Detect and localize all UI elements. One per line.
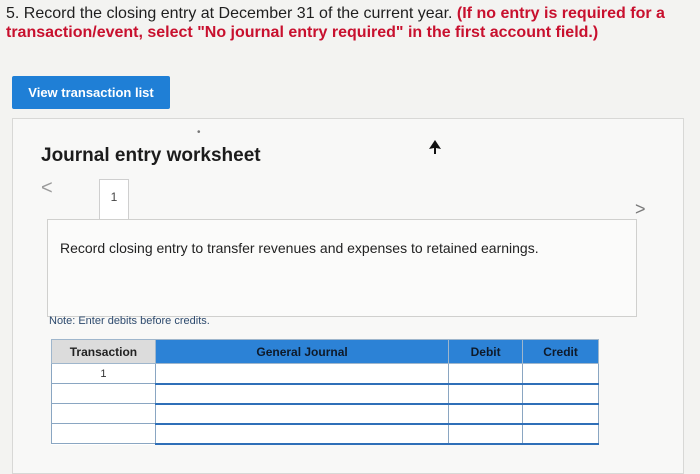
transaction-cell — [51, 383, 156, 404]
account-field[interactable] — [154, 403, 450, 425]
table-row — [51, 423, 599, 445]
credit-field[interactable] — [522, 363, 599, 385]
header-general-journal: General Journal — [154, 339, 450, 364]
question-prefix: 5. Record the closing entry at December … — [6, 5, 457, 22]
account-field[interactable] — [154, 363, 450, 385]
table-row — [51, 403, 599, 425]
view-transaction-list-button[interactable]: View transaction list — [12, 76, 170, 109]
entry-description: Record closing entry to transfer revenue… — [60, 240, 539, 256]
worksheet-title: Journal entry worksheet — [41, 145, 261, 166]
table-row: 1 — [51, 363, 599, 385]
credit-field[interactable] — [522, 383, 599, 405]
credit-field[interactable] — [522, 423, 599, 445]
header-debit: Debit — [448, 339, 524, 364]
header-transaction: Transaction — [51, 339, 156, 364]
entry-note: Note: Enter debits before credits. — [49, 315, 210, 327]
journal-table: Transaction General Journal Debit Credit… — [51, 339, 599, 445]
account-field[interactable] — [154, 383, 450, 405]
account-field[interactable] — [154, 423, 450, 445]
debit-field[interactable] — [448, 363, 524, 385]
transaction-cell — [51, 423, 156, 444]
transaction-cell: 1 — [51, 363, 156, 384]
table-row — [51, 383, 599, 405]
question-text: 5. Record the closing entry at December … — [6, 4, 696, 42]
credit-field[interactable] — [522, 403, 599, 425]
next-arrow-icon[interactable]: > — [635, 199, 646, 220]
header-credit: Credit — [522, 339, 599, 364]
debit-field[interactable] — [448, 383, 524, 405]
debit-field[interactable] — [448, 423, 524, 445]
tab-1[interactable]: 1 — [99, 179, 129, 219]
mouse-cursor-icon — [429, 140, 441, 154]
debit-field[interactable] — [448, 403, 524, 425]
previous-arrow-icon[interactable]: < — [41, 177, 53, 200]
tab-panel: Record closing entry to transfer revenue… — [47, 219, 637, 317]
decorative-dot-icon: • — [197, 127, 201, 138]
journal-entry-worksheet: • Journal entry worksheet < 1 > Record c… — [12, 118, 684, 474]
transaction-cell — [51, 403, 156, 424]
